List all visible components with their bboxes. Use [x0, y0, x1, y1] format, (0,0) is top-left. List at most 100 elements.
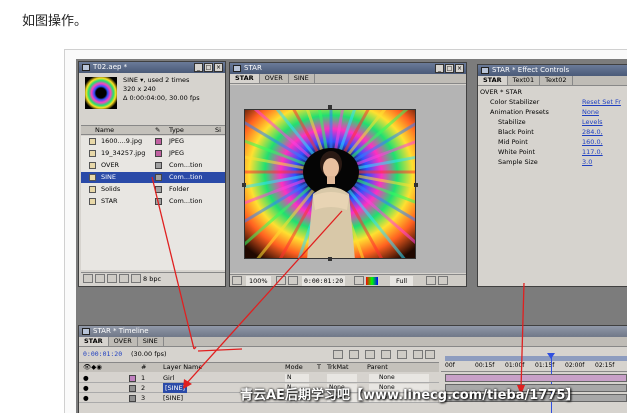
resolution-dropdown[interactable]: Full — [390, 276, 414, 286]
close-button[interactable]: × — [214, 63, 223, 72]
graph-editor-icon[interactable] — [413, 350, 423, 359]
time-ruler[interactable]: 00f 00:15f 01:00f 01:15f 02:00f 02:15f — [441, 356, 627, 372]
label-color-swatch[interactable] — [155, 186, 162, 193]
layer-name[interactable]: [SINE] — [163, 383, 188, 393]
time-indicator[interactable] — [551, 353, 552, 413]
effect-tab-text02[interactable]: Text02 — [540, 76, 573, 85]
project-item[interactable]: Solids Folder — [81, 184, 225, 195]
comp-close-button[interactable]: × — [455, 64, 464, 73]
minimize-button[interactable]: _ — [194, 63, 203, 72]
new-composition-icon[interactable] — [119, 274, 129, 283]
viewer-handle[interactable] — [414, 183, 418, 187]
parent-column-header[interactable]: Parent — [367, 362, 388, 373]
timeline-layer-row[interactable]: ● 1 Girl N None — [79, 373, 439, 383]
draft-3d-icon[interactable] — [349, 350, 359, 359]
layer-color-swatch[interactable] — [129, 395, 136, 402]
name-column-header[interactable]: Name — [95, 126, 114, 135]
label-color-swatch[interactable] — [155, 138, 162, 145]
effect-property-row[interactable]: Stabilize Levels — [480, 117, 626, 127]
camera-icon[interactable] — [288, 276, 298, 285]
label-color-swatch[interactable] — [155, 162, 162, 169]
project-titlebar[interactable]: T02.aep * _ □ × — [79, 62, 225, 73]
delete-icon[interactable] — [131, 274, 141, 283]
always-preview-icon[interactable] — [232, 276, 242, 285]
video-toggle-icon[interactable]: ● — [83, 374, 89, 382]
timeline-tab-star[interactable]: STAR — [79, 337, 109, 346]
hide-shy-layers-icon[interactable] — [365, 350, 375, 359]
effect-property-row[interactable]: Color Stabilizer Reset Set Fr — [480, 97, 626, 107]
effect-property-value[interactable]: Reset Set Fr — [582, 97, 621, 107]
effect-property-row[interactable]: White Point 117.0, — [480, 147, 626, 157]
layer-name[interactable]: [SINE] — [163, 393, 183, 403]
viewer-handle[interactable] — [328, 257, 332, 261]
timeline-titlebar[interactable]: STAR * Timeline — [79, 326, 627, 337]
layer-parent-dropdown[interactable]: None — [369, 374, 429, 382]
snapshot-icon[interactable] — [354, 276, 364, 285]
comp-tab-over[interactable]: OVER — [260, 74, 289, 83]
effect-property-value[interactable]: 284.0, — [582, 127, 603, 137]
find-icon[interactable] — [83, 274, 93, 283]
current-time-marker[interactable] — [547, 353, 555, 359]
motion-blur-icon[interactable] — [397, 350, 407, 359]
project-window-icon — [82, 64, 90, 71]
effect-property-value[interactable]: 3.0 — [582, 157, 592, 167]
video-toggle-icon[interactable]: ● — [83, 394, 89, 402]
mode-column-header[interactable]: Mode — [285, 362, 303, 373]
effect-property-row[interactable]: Sample Size 3.0 — [480, 157, 626, 167]
project-item[interactable]: SINE Com...tion — [81, 172, 225, 183]
project-item[interactable]: 19_34257.jpg JPEG — [81, 148, 225, 159]
effect-controls-titlebar[interactable]: STAR * Effect Controls — [478, 65, 627, 76]
effect-property-row[interactable]: Mid Point 160.0, — [480, 137, 626, 147]
interpret-footage-icon[interactable] — [95, 274, 105, 283]
bpc-label[interactable]: 8 bpc — [143, 273, 161, 284]
effect-property-value[interactable]: 160.0, — [582, 137, 603, 147]
layer-mode-dropdown[interactable]: N — [285, 374, 309, 382]
comp-tab-star[interactable]: STAR — [230, 74, 260, 83]
comp-minimize-button[interactable]: _ — [435, 64, 444, 73]
layer-name[interactable]: Girl — [163, 373, 174, 383]
timeline-tab-over[interactable]: OVER — [109, 337, 138, 346]
trkmat-column-header[interactable]: TrkMat — [327, 362, 349, 373]
layer-name-column-header[interactable]: Layer Name — [163, 362, 202, 373]
composition-titlebar[interactable]: STAR _ □ × — [230, 63, 466, 74]
transparency-grid-icon[interactable] — [438, 276, 448, 285]
comp-timecode[interactable]: 0:00:01:20 — [302, 276, 346, 286]
region-of-interest-icon[interactable] — [426, 276, 436, 285]
maximize-button[interactable]: □ — [204, 63, 213, 72]
effect-property-row[interactable]: Animation Presets None — [480, 107, 626, 117]
effect-tab-text01[interactable]: Text01 — [508, 76, 541, 85]
project-item[interactable]: 1600....9.jpg JPEG — [81, 136, 225, 147]
project-item[interactable]: STAR Com...tion — [81, 196, 225, 207]
zoom-dropdown[interactable]: 100% — [246, 276, 271, 286]
layer-color-swatch[interactable] — [129, 385, 136, 392]
work-area-bar[interactable] — [445, 356, 627, 361]
composition-viewer[interactable] — [244, 109, 416, 259]
layer-duration-bar[interactable] — [445, 374, 627, 382]
label-color-swatch[interactable] — [155, 174, 162, 181]
video-toggle-icon[interactable]: ● — [83, 384, 89, 392]
comp-mini-flowchart-icon[interactable] — [333, 350, 343, 359]
effect-property-value[interactable]: Levels — [582, 117, 603, 127]
layer-color-swatch[interactable] — [129, 375, 136, 382]
effect-tab-star[interactable]: STAR — [478, 76, 508, 85]
effect-property-row[interactable]: Black Point 284.0, — [480, 127, 626, 137]
show-channel-icon[interactable] — [366, 277, 378, 285]
new-folder-icon[interactable] — [107, 274, 117, 283]
effect-property-value[interactable]: None — [582, 107, 599, 117]
frame-blending-icon[interactable] — [381, 350, 391, 359]
project-item[interactable]: OVER Com...tion — [81, 160, 225, 171]
brainstorm-icon[interactable] — [425, 350, 435, 359]
size-column-header[interactable]: Si — [215, 126, 221, 135]
comp-tab-sine[interactable]: SINE — [289, 74, 315, 83]
effect-property-value[interactable]: 117.0, — [582, 147, 603, 157]
viewer-handle[interactable] — [328, 105, 332, 109]
timeline-tab-sine[interactable]: SINE — [138, 337, 164, 346]
layer-trkmat-dropdown[interactable] — [327, 374, 357, 382]
viewer-handle[interactable] — [242, 183, 246, 187]
type-column-header[interactable]: Type — [169, 126, 184, 135]
comp-maximize-button[interactable]: □ — [445, 64, 454, 73]
label-color-swatch[interactable] — [155, 150, 162, 157]
label-color-swatch[interactable] — [155, 198, 162, 205]
timeline-timecode[interactable]: 0:00:01:20 — [83, 349, 122, 360]
title-safe-icon[interactable] — [276, 276, 286, 285]
